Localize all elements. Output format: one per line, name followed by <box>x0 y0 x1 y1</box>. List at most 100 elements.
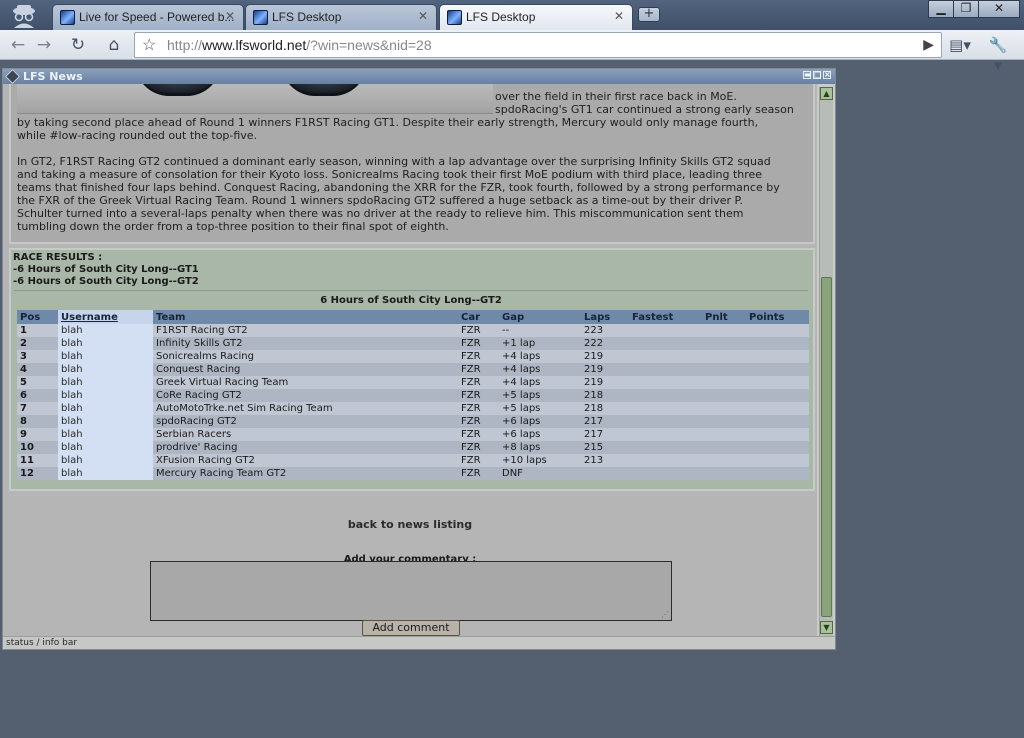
cell-empty <box>702 441 746 454</box>
scrollbar-thumb[interactable] <box>821 277 832 617</box>
close-tab-icon[interactable]: ✕ <box>225 9 235 23</box>
status-bar: status / info bar <box>3 636 835 649</box>
lfs-minimize-button[interactable]: ▬ <box>803 71 812 79</box>
cell-user: blah <box>58 467 153 480</box>
cell-pos: 4 <box>17 363 58 376</box>
comment-textarea[interactable]: ⋰ <box>150 561 672 621</box>
close-tab-icon[interactable]: ✕ <box>418 9 428 23</box>
cell-gap: +1 lap <box>499 337 581 350</box>
news-image <box>17 84 493 114</box>
cell-empty <box>746 467 809 480</box>
cell-empty <box>702 337 746 350</box>
cell-team: Greek Virtual Racing Team <box>153 376 458 389</box>
wheel-image-right <box>281 84 367 96</box>
scroll-down-icon[interactable]: ▼ <box>820 621 833 634</box>
cell-pos: 12 <box>17 467 58 480</box>
wrench-menu-icon[interactable]: 🔧▾ <box>986 35 1010 74</box>
cell-laps: 213 <box>581 454 629 467</box>
minimize-window-button[interactable]: ▁ <box>928 0 954 18</box>
new-tab-button[interactable]: + <box>638 7 660 22</box>
close-tab-icon[interactable]: ✕ <box>614 9 624 23</box>
cell-pos: 9 <box>17 428 58 441</box>
story-line: while #low-racing rounded out the top-fi… <box>17 129 258 142</box>
table-row: 10 blah prodrive' Racing FZR +8 laps 215 <box>17 441 809 454</box>
cell-car: FZR <box>458 415 499 428</box>
cell-gap: +6 laps <box>499 428 581 441</box>
lfs-maximize-button[interactable]: □ <box>813 71 822 79</box>
cell-gap: DNF <box>499 467 581 480</box>
cell-empty <box>702 389 746 402</box>
cell-car: FZR <box>458 350 499 363</box>
go-arrow-icon[interactable]: ▶ <box>923 36 934 53</box>
scroll-up-icon[interactable]: ▲ <box>820 87 833 100</box>
column-header[interactable]: Team <box>153 310 458 324</box>
column-header[interactable]: Username <box>58 310 153 324</box>
table-row: 2 blah Infinity Skills GT2 FZR +1 lap 222 <box>17 337 809 350</box>
table-row: 4 blah Conquest Racing FZR +4 laps 219 <box>17 363 809 376</box>
cell-empty <box>629 441 702 454</box>
cell-team: Conquest Racing <box>153 363 458 376</box>
cell-gap: +4 laps <box>499 350 581 363</box>
column-header[interactable]: Fastest <box>629 310 702 324</box>
lfs-close-button[interactable]: × <box>823 71 831 79</box>
column-header[interactable]: Points <box>746 310 809 324</box>
cell-pos: 7 <box>17 402 58 415</box>
cell-car: FZR <box>458 389 499 402</box>
cell-car: FZR <box>458 324 499 337</box>
cell-user: blah <box>58 441 153 454</box>
column-header[interactable]: Pos <box>17 310 58 324</box>
maximize-window-button[interactable]: ❐ <box>953 0 979 18</box>
cell-empty <box>629 363 702 376</box>
cell-laps <box>581 467 629 480</box>
table-row: 7 blah AutoMotoTrke.net Sim Racing Team FZR… <box>17 402 809 415</box>
cell-empty <box>702 363 746 376</box>
cell-gap: +4 laps <box>499 376 581 389</box>
cell-empty <box>746 350 809 363</box>
divider <box>14 290 808 291</box>
table-row: 8 blah spdoRacing GT2 FZR +6 laps 217 <box>17 415 809 428</box>
page-menu-icon[interactable]: ▤▾ <box>948 35 972 57</box>
cell-pos: 10 <box>17 441 58 454</box>
cell-empty <box>702 415 746 428</box>
cell-team: Infinity Skills GT2 <box>153 337 458 350</box>
close-window-button[interactable]: ✕ <box>978 0 1020 18</box>
results-table-title: 6 Hours of South City Long--GT2 <box>320 295 502 306</box>
cell-car: FZR <box>458 467 499 480</box>
forward-arrow-icon[interactable]: → <box>32 35 56 57</box>
lfs-news-window: LFS News ▬ □ × over the field in their f… <box>2 68 836 650</box>
cell-empty <box>629 467 702 480</box>
back-to-news-link[interactable]: back to news listing <box>3 518 817 531</box>
race-result-link-gt2[interactable]: -6 Hours of South City Long--GT2 <box>13 276 199 288</box>
bookmark-star-icon[interactable]: ☆ <box>142 35 156 55</box>
lfs-favicon-icon <box>253 10 268 25</box>
lfs-window-titlebar[interactable]: LFS News ▬ □ × <box>3 69 835 84</box>
cell-laps: 223 <box>581 324 629 337</box>
cell-empty <box>629 376 702 389</box>
vertical-scrollbar[interactable]: ▲ ▼ <box>819 87 833 636</box>
cell-team: F1RST Racing GT2 <box>153 324 458 337</box>
cell-team: AutoMotoTrke.net Sim Racing Team <box>153 402 458 415</box>
column-header[interactable]: Pnlt <box>702 310 746 324</box>
cell-laps: 217 <box>581 415 629 428</box>
tab-live-for-speed[interactable]: Live for Speed - Powered b... ✕ <box>52 4 244 30</box>
cell-gap: +8 laps <box>499 441 581 454</box>
cell-pos: 3 <box>17 350 58 363</box>
address-bar[interactable]: ☆ http://www.lfsworld.net/?win=news&nid=… <box>134 32 942 58</box>
reload-icon[interactable]: ↻ <box>66 35 90 57</box>
lfs-favicon-icon <box>447 10 462 25</box>
tab-lfs-desktop[interactable]: LFS Desktop ✕ <box>245 4 437 30</box>
column-header[interactable]: Car <box>458 310 499 324</box>
column-header[interactable]: Laps <box>581 310 629 324</box>
race-result-link-gt1[interactable]: -6 Hours of South City Long--GT1 <box>13 264 199 276</box>
resize-grip-icon[interactable]: ⋰ <box>661 610 669 619</box>
back-arrow-icon[interactable]: ← <box>6 35 30 57</box>
cell-empty <box>629 428 702 441</box>
cell-empty <box>702 376 746 389</box>
cell-empty <box>746 454 809 467</box>
cell-laps: 219 <box>581 350 629 363</box>
column-header[interactable]: Gap <box>499 310 581 324</box>
tab-lfs-desktop-active[interactable]: LFS Desktop ✕ <box>439 4 633 31</box>
cell-car: FZR <box>458 337 499 350</box>
home-icon[interactable]: ⌂ <box>102 35 126 57</box>
add-comment-button[interactable]: Add comment <box>362 620 460 636</box>
